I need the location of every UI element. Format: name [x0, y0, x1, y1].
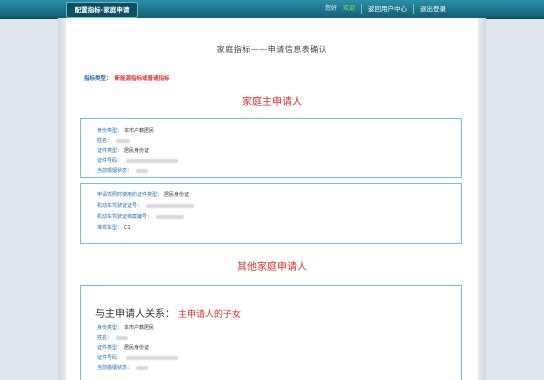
- field-row: 当前婚姻状态：: [97, 168, 149, 174]
- field-row: 姓名：: [97, 138, 131, 144]
- top-right-nav: 您好 欢迎 返回用户中心 退出登录: [325, 3, 446, 15]
- main-applicant-heading: 家庭主申请人: [242, 97, 302, 108]
- field-value: C1: [124, 225, 131, 231]
- main-applicant-identity-panel: 身份类型： 本市户籍居民 姓名： 证件类型： 居民身份证 证件号码： 当前婚姻状态：: [80, 118, 462, 178]
- field-label: 证件号码：: [97, 158, 123, 164]
- field-label: 准驾车型：: [97, 225, 123, 231]
- field-label: 证件类型：: [97, 148, 123, 154]
- greeting-text: 您好: [324, 5, 337, 12]
- field-label: 证件号码：: [97, 355, 123, 361]
- redacted-value: [136, 365, 149, 370]
- divider: [361, 4, 362, 14]
- page-shadow-right: [478, 18, 486, 380]
- top-bar: 配置指标-家庭申请 您好 欢迎 返回用户中心 退出登录: [0, 0, 544, 19]
- field-label: 当前婚姻状态：: [97, 365, 133, 371]
- redacted-value: [136, 168, 149, 173]
- app-tab[interactable]: 配置指标-家庭申请: [66, 2, 138, 18]
- field-row: 身份类型： 本市户籍居民: [97, 128, 154, 134]
- field-label: 身份类型：: [97, 128, 123, 134]
- redacted-value: [156, 214, 185, 219]
- user-center-link[interactable]: 返回用户中心: [368, 3, 407, 15]
- divider: [413, 4, 414, 14]
- redacted-value: [116, 335, 129, 340]
- redacted-value: [126, 355, 179, 360]
- field-value: 居民身份证: [124, 345, 150, 351]
- field-row: 当前婚姻状态：: [97, 365, 149, 371]
- field-value: 本市户籍居民: [124, 128, 155, 134]
- field-row: 姓名：: [97, 335, 129, 341]
- redacted-value: [126, 158, 179, 163]
- redacted-value: [116, 138, 131, 143]
- welcome-text: 欢迎: [342, 5, 355, 12]
- field-label: 姓名：: [97, 335, 113, 341]
- indicator-type-label: 指标类型：: [84, 76, 112, 82]
- field-label: 机动车驾驶证证号：: [97, 203, 143, 209]
- field-row: 证件类型： 居民身份证: [97, 345, 149, 351]
- other-applicant-panel: 与主申请人关系： 主申请人的子女 身份类型： 本市户籍居民 姓名： 证件类型： 居民身…: [80, 285, 462, 380]
- field-label: 当前婚姻状态：: [97, 168, 133, 174]
- field-row: 身份类型： 本市户籍居民: [97, 325, 154, 331]
- field-row: 证件号码：: [97, 355, 179, 361]
- field-row: 证件类型： 居民身份证: [97, 148, 149, 154]
- field-row: 申请驾照时使用的证件类型： 居民身份证: [97, 192, 189, 198]
- field-value: 本市户籍居民: [124, 325, 155, 331]
- main-content: 家庭指标——申请信息表确认 指标类型： 新能源指标或普通指标 家庭主申请人 身份类…: [66, 18, 478, 380]
- field-label: 申请驾照时使用的证件类型：: [97, 192, 163, 198]
- field-row: 准驾车型： C1: [97, 225, 131, 231]
- redacted-value: [146, 203, 195, 208]
- logout-link[interactable]: 退出登录: [420, 3, 446, 15]
- field-value: 居民身份证: [124, 148, 150, 154]
- field-row: 机动车驾驶证档案编号：: [97, 214, 185, 220]
- relation-line: 与主申请人关系： 主申请人的子女: [95, 302, 241, 321]
- main-applicant-license-panel: 申请驾照时使用的证件类型： 居民身份证 机动车驾驶证证号： 机动车驾驶证档案编号：…: [80, 183, 462, 244]
- indicator-type: 指标类型： 新能源指标或普通指标: [84, 74, 170, 82]
- field-label: 机动车驾驶证档案编号：: [97, 214, 153, 220]
- page-shadow-left: [58, 18, 66, 380]
- indicator-type-value: 新能源指标或普通指标: [114, 76, 170, 82]
- field-row: 机动车驾驶证证号：: [97, 203, 195, 209]
- field-label: 姓名：: [97, 138, 113, 144]
- field-label: 证件类型：: [97, 345, 123, 351]
- field-label: 身份类型：: [97, 325, 123, 331]
- other-applicants-heading: 其他家庭申请人: [237, 262, 307, 273]
- field-row: 证件号码：: [97, 158, 179, 164]
- relation-label: 与主申请人关系：: [95, 309, 175, 320]
- relation-value: 主申请人的子女: [178, 310, 242, 320]
- page-title: 家庭指标——申请信息表确认: [216, 45, 328, 54]
- field-value: 居民身份证: [164, 192, 190, 198]
